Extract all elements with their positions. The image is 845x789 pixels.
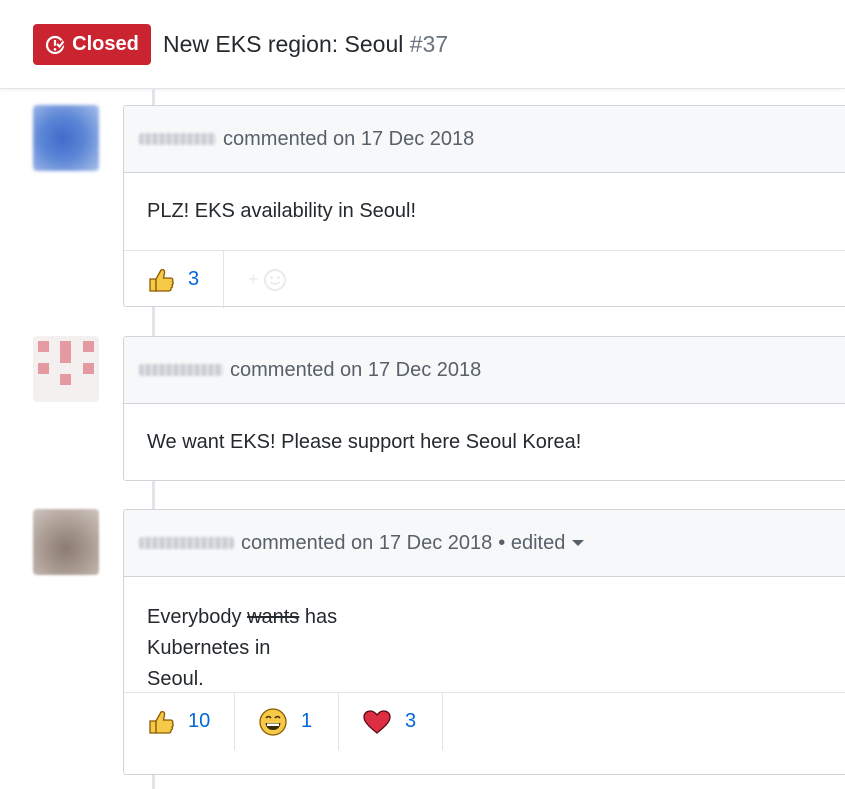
issue-title: New EKS region: Seoul #37 (163, 31, 448, 58)
comment-body: We want EKS! Please support here Seoul K… (124, 404, 845, 480)
comment: commented on 17 Dec 2018 • edited Everyb… (123, 509, 845, 775)
smiley-icon (263, 268, 286, 291)
reaction-count: 1 (301, 710, 313, 732)
author-name[interactable] (139, 364, 223, 376)
avatar[interactable] (33, 509, 99, 575)
add-reaction-button[interactable]: + (224, 251, 287, 308)
comment-text: Everybody (147, 606, 248, 628)
thumbs-up-icon (149, 710, 174, 734)
issue-number: #37 (409, 31, 449, 57)
author-name[interactable] (139, 537, 234, 549)
issue-closed-icon (46, 35, 66, 54)
comment-header: commented on 17 Dec 2018 (124, 337, 845, 404)
timeline-line (152, 774, 155, 789)
avatar[interactable] (33, 105, 99, 171)
reaction-count: 10 (188, 710, 211, 732)
caret-down-icon (572, 540, 585, 547)
reactions-bar: 10 1 3 (124, 692, 845, 750)
reaction-thumbs-up[interactable]: 3 (124, 251, 224, 308)
reaction-heart[interactable]: 3 (339, 693, 443, 750)
state-label: Closed (72, 33, 139, 55)
comment-text: We want EKS! Please support here Seoul K… (147, 430, 582, 453)
comment: commented on 17 Dec 2018 PLZ! EKS availa… (123, 105, 845, 308)
edited-dropdown[interactable]: • edited (498, 531, 585, 555)
comment-header: commented on 17 Dec 2018 (124, 106, 845, 173)
comment-text: PLZ! EKS availability in Seoul! (147, 200, 417, 222)
edited-label: • edited (498, 531, 566, 554)
comment-timestamp[interactable]: commented on 17 Dec 2018 (223, 128, 474, 151)
comment-text: has (299, 606, 338, 628)
struck-text: wants (247, 606, 300, 628)
timeline-line (152, 480, 155, 509)
comment-timestamp[interactable]: commented on 17 Dec 2018 (241, 532, 492, 555)
comment-line: Seoul. (147, 668, 204, 690)
author-name[interactable] (139, 133, 216, 145)
comment-header: commented on 17 Dec 2018 • edited (124, 510, 845, 577)
avatar[interactable] (33, 336, 99, 402)
issue-title-text: New EKS region: Seoul (163, 31, 404, 57)
reactions-bar: 3 + (124, 250, 845, 308)
laugh-icon (259, 707, 287, 736)
comment-body: PLZ! EKS availability in Seoul! (124, 173, 845, 250)
comment-line: Kubernetes in (147, 637, 271, 659)
issue-header: Closed New EKS region: Seoul #37 (0, 0, 845, 89)
comment: commented on 17 Dec 2018 We want EKS! Pl… (123, 336, 845, 481)
timeline-line (152, 89, 155, 105)
thumbs-up-icon (149, 268, 174, 292)
comment-body: Everybody wants has Kubernetes in Seoul. (124, 577, 845, 692)
timeline-line (152, 307, 155, 336)
comment-timestamp[interactable]: commented on 17 Dec 2018 (230, 359, 481, 382)
closed-state-badge: Closed (33, 24, 151, 65)
reaction-count: 3 (405, 710, 417, 732)
plus-icon: + (248, 269, 259, 289)
reaction-laugh[interactable]: 1 (235, 693, 339, 750)
comment-line: Everybody wants has (147, 602, 841, 633)
reaction-thumbs-up[interactable]: 10 (124, 693, 235, 750)
heart-icon (363, 709, 391, 734)
reaction-count: 3 (188, 268, 200, 290)
